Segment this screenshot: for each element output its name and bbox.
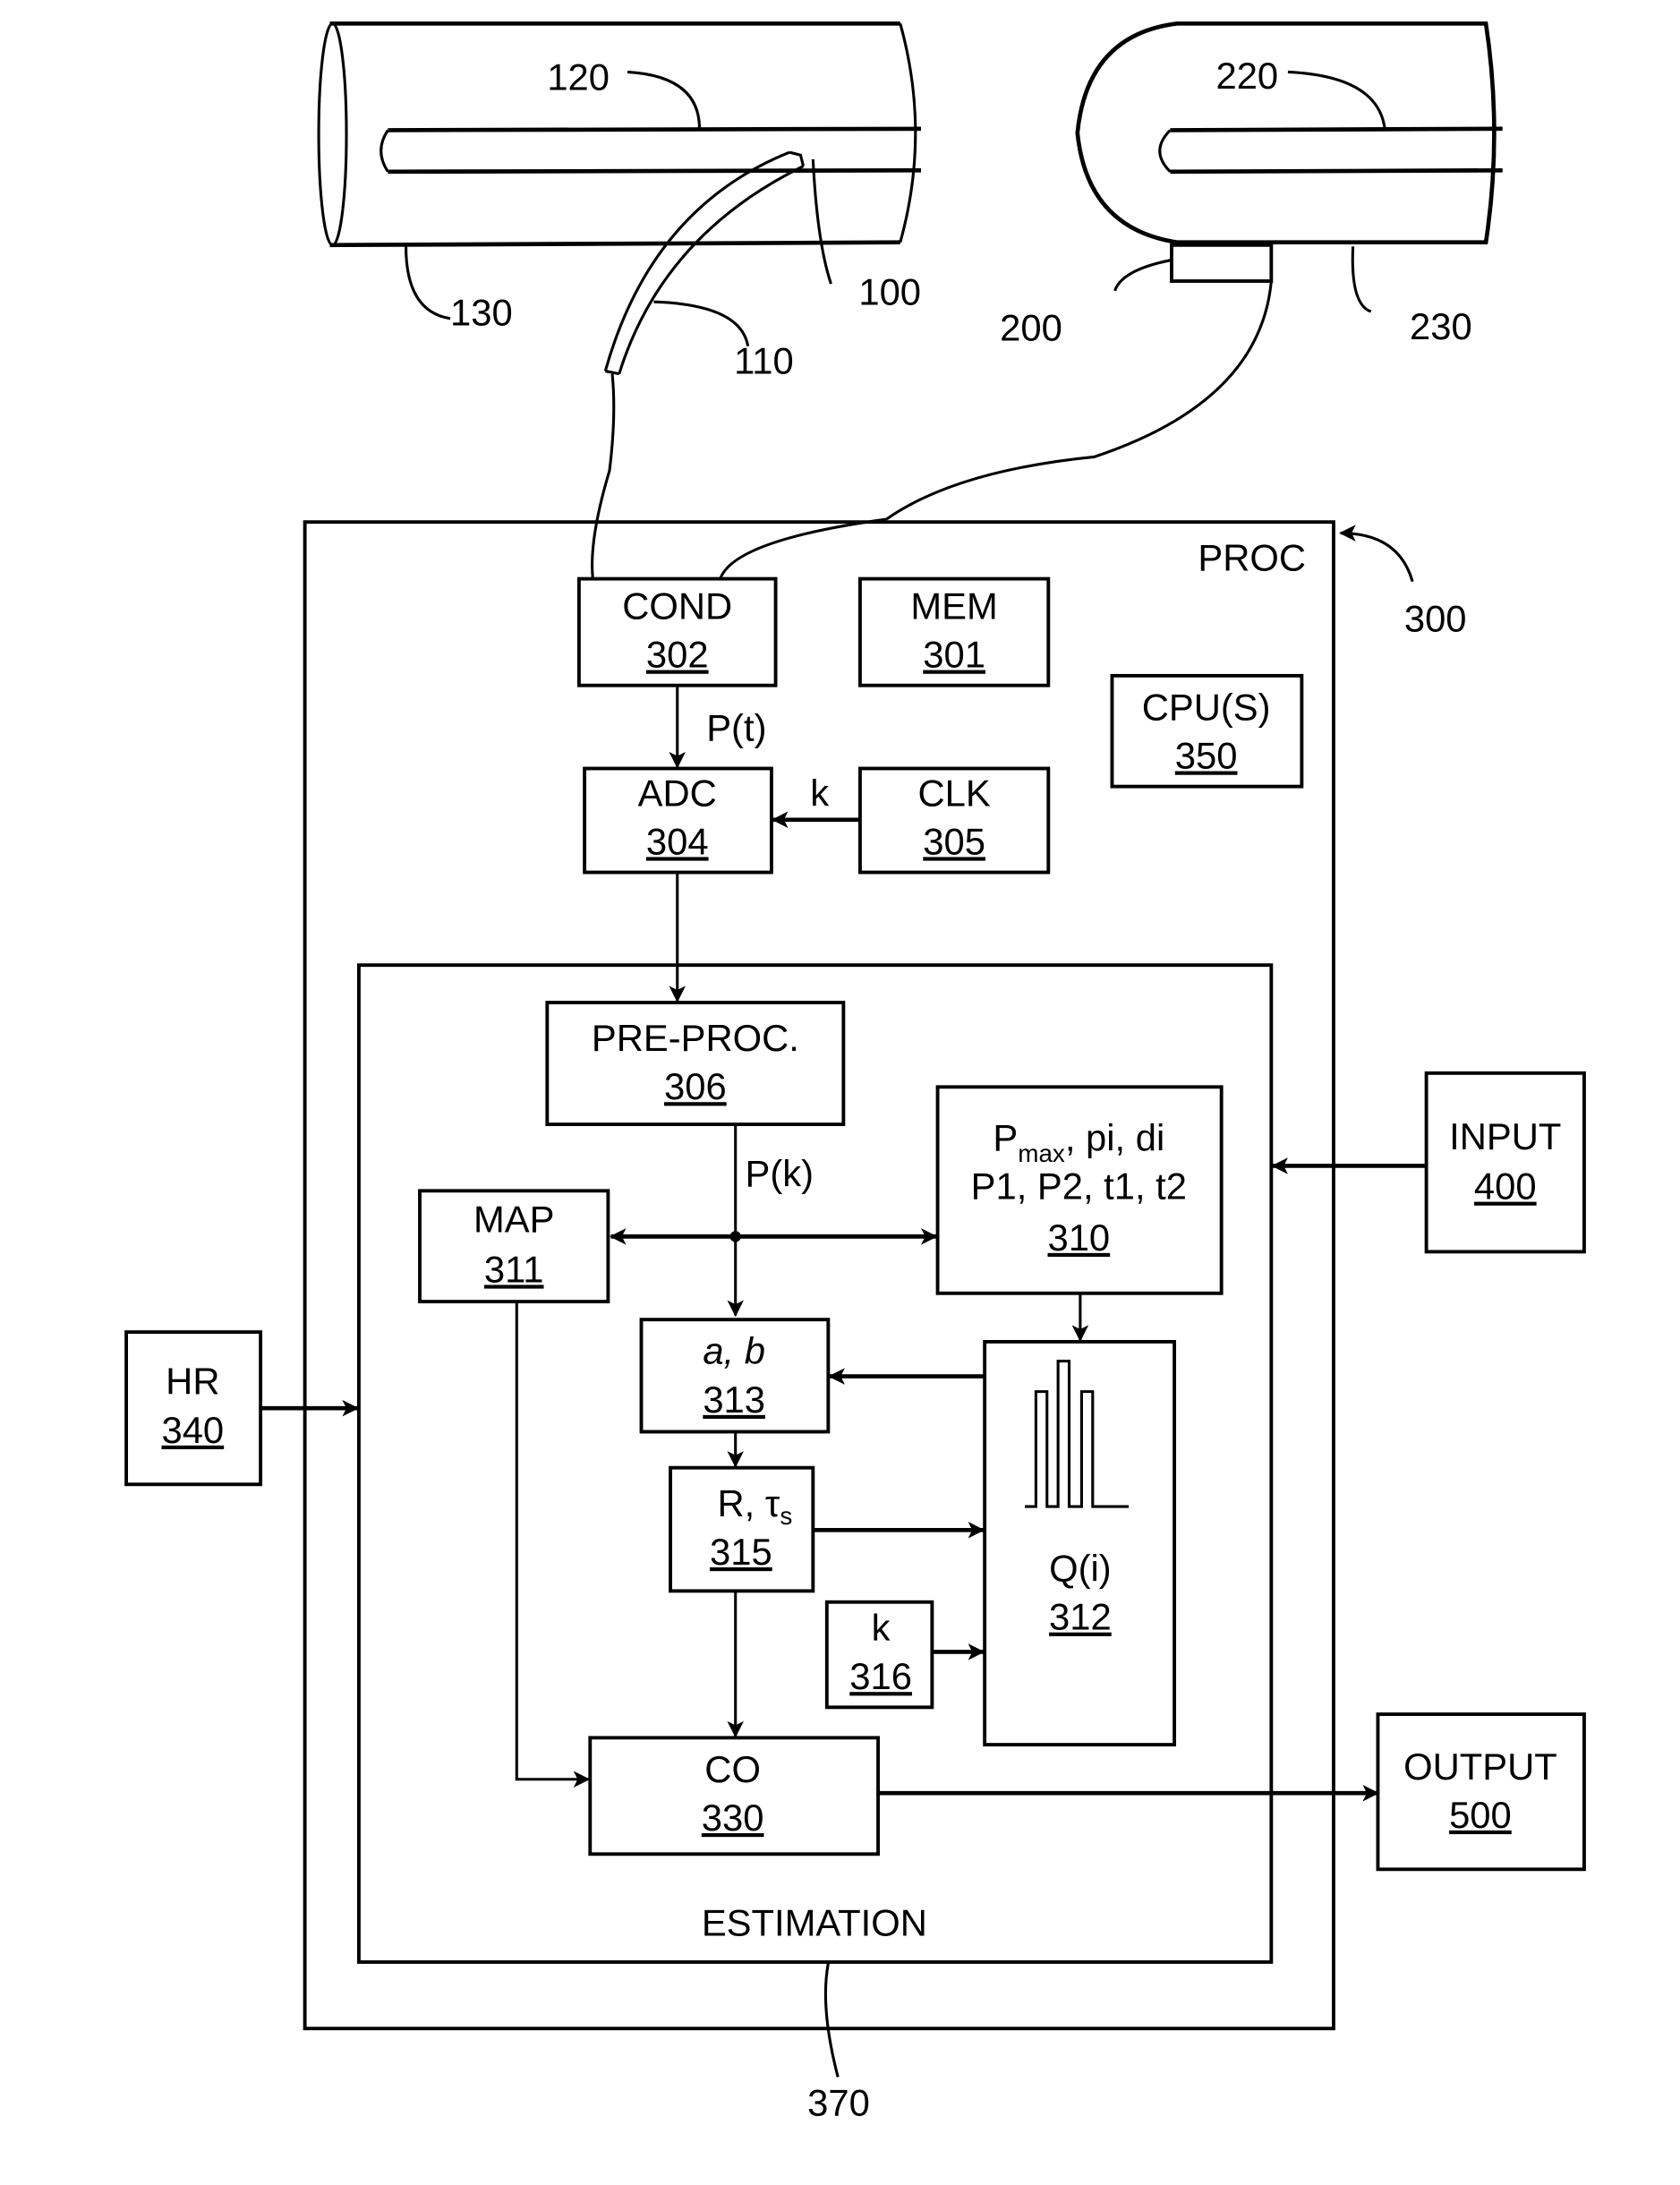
signal-k: k: [810, 772, 829, 814]
ref-100: 100: [858, 270, 921, 312]
svg-text:340: 340: [161, 1409, 224, 1451]
svg-text:304: 304: [646, 820, 709, 862]
block-mem: MEM 301: [857, 576, 1051, 687]
svg-text:MAP: MAP: [473, 1199, 554, 1241]
ref-370: 370: [807, 2082, 870, 2124]
block-output: OUTPUT 500: [1376, 1712, 1586, 1872]
svg-text:312: 312: [1049, 1596, 1112, 1638]
svg-text:k: k: [872, 1607, 891, 1649]
svg-text:305: 305: [923, 820, 985, 862]
block-params: Pmax, pi, di P1, P2, t1, t2 310: [935, 1085, 1224, 1295]
catheter-cable: [591, 373, 616, 579]
artery-cylinder-130: [317, 21, 921, 376]
svg-text:OUTPUT: OUTPUT: [1403, 1745, 1557, 1788]
proc-label: PROC: [1198, 536, 1306, 578]
svg-text:CO: CO: [704, 1748, 761, 1790]
svg-text:330: 330: [702, 1797, 764, 1839]
svg-text:HR: HR: [166, 1361, 219, 1403]
block-clk: CLK 305: [857, 766, 1051, 875]
svg-text:306: 306: [664, 1065, 727, 1107]
block-cond: COND 302: [576, 576, 778, 687]
block-preproc: PRE-PROC. 306: [545, 1001, 846, 1127]
svg-text:311: 311: [484, 1248, 544, 1290]
svg-text:500: 500: [1449, 1794, 1512, 1836]
svg-text:350: 350: [1175, 735, 1238, 777]
finger-cuff-230: [885, 21, 1503, 521]
block-co: CO 330: [588, 1736, 880, 1856]
signal-pt: P(t): [706, 707, 766, 749]
block-cpu: CPU(S) 350: [1110, 673, 1304, 789]
svg-text:301: 301: [923, 634, 985, 676]
svg-text:400: 400: [1474, 1165, 1537, 1208]
svg-text:315: 315: [710, 1531, 772, 1573]
ref-220: 220: [1215, 55, 1278, 97]
svg-text:CLK: CLK: [918, 772, 991, 814]
svg-text:CPU(S): CPU(S): [1142, 686, 1271, 728]
block-ab: a, b 313: [639, 1318, 831, 1434]
svg-text:COND: COND: [622, 585, 732, 627]
block-adc: ADC 304: [583, 766, 773, 875]
ref-300: 300: [1404, 597, 1467, 639]
sensor-cable: [719, 517, 887, 580]
block-k: k 316: [824, 1600, 934, 1710]
block-hr: HR 340: [124, 1330, 263, 1487]
svg-text:310: 310: [1048, 1216, 1111, 1259]
ref-130: 130: [450, 292, 513, 334]
ref-300-leader: [1339, 525, 1414, 583]
ref-200: 200: [1000, 307, 1062, 349]
block-qi: Q(i) 312: [983, 1340, 1177, 1747]
svg-text:P1, P2, t1, t2: P1, P2, t1, t2: [971, 1165, 1187, 1208]
svg-text:PRE-PROC.: PRE-PROC.: [592, 1017, 799, 1059]
svg-text:a, b: a, b: [703, 1330, 765, 1372]
svg-text:316: 316: [849, 1655, 912, 1697]
ref-110: 110: [734, 340, 794, 382]
estimation-label: ESTIMATION: [702, 1902, 927, 1944]
svg-text:313: 313: [703, 1378, 765, 1421]
svg-text:302: 302: [646, 634, 709, 676]
arrow-map-co: [515, 1302, 591, 1788]
svg-text:MEM: MEM: [910, 585, 997, 627]
cardiac-output-block-diagram: 120 130 100 110 220 200 230 PROC 300 CON…: [124, 21, 1586, 2124]
svg-text:ADC: ADC: [638, 772, 717, 814]
ref-370-leader: [823, 1963, 840, 2078]
block-rtau: R, τs 315: [669, 1465, 815, 1593]
svg-text:INPUT: INPUT: [1449, 1115, 1561, 1157]
ref-120: 120: [547, 56, 610, 98]
signal-pk: P(k): [746, 1153, 814, 1195]
block-map: MAP 311: [418, 1189, 610, 1304]
block-input: INPUT 400: [1424, 1071, 1586, 1254]
ref-230: 230: [1410, 305, 1472, 347]
svg-text:Q(i): Q(i): [1049, 1548, 1112, 1590]
